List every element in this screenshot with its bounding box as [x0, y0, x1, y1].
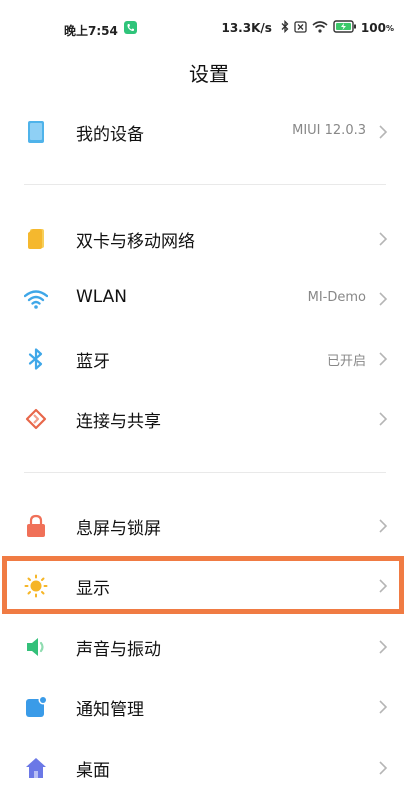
- chevron-right-icon: [378, 639, 388, 655]
- status-bar: 晚上7:54 13.3K/s 100%: [0, 0, 418, 56]
- settings-item-value: 已开启: [326, 354, 366, 369]
- settings-item-bluetooth[interactable]: 蓝牙 已开启: [0, 329, 418, 389]
- chevron-right-icon: [378, 411, 388, 427]
- chevron-right-icon: [378, 699, 388, 715]
- settings-item-home-screen[interactable]: 桌面: [0, 738, 418, 798]
- battery-level: 100: [360, 21, 386, 35]
- settings-item-label: 我的设备: [76, 125, 144, 145]
- no-sim-icon: [294, 20, 307, 36]
- chevron-right-icon: [378, 231, 388, 247]
- notification-icon: [24, 695, 48, 719]
- status-time: 晚上7:54: [64, 24, 118, 38]
- sim-card-icon: [24, 227, 48, 251]
- settings-item-label: 息屏与锁屏: [76, 519, 161, 539]
- section-divider: [24, 184, 386, 185]
- chevron-right-icon: [378, 124, 388, 140]
- chevron-right-icon: [378, 291, 388, 307]
- network-speed: 13.3K/s: [221, 21, 272, 35]
- share-icon: [24, 407, 48, 431]
- settings-item-label: 双卡与移动网络: [76, 232, 195, 252]
- lock-icon: [24, 514, 48, 538]
- settings-item-value: MI-Demo: [307, 290, 366, 305]
- settings-item-label: 通知管理: [76, 700, 144, 720]
- battery-icon: [333, 20, 357, 36]
- settings-item-my-device[interactable]: 我的设备 MIUI 12.0.3: [0, 102, 418, 162]
- section-divider: [24, 472, 386, 473]
- status-right: 13.3K/s 100%: [221, 19, 394, 36]
- settings-item-sim-network[interactable]: 双卡与移动网络: [0, 209, 418, 269]
- highlight-box: [2, 556, 404, 614]
- settings-item-value: MIUI 12.0.3: [292, 123, 366, 138]
- chevron-right-icon: [378, 351, 388, 367]
- device-icon: [24, 120, 48, 144]
- speaker-icon: [24, 635, 48, 659]
- chevron-right-icon: [378, 518, 388, 534]
- settings-item-label: 桌面: [76, 761, 110, 781]
- settings-item-sound-vibration[interactable]: 声音与振动: [0, 617, 418, 677]
- chevron-right-icon: [378, 760, 388, 776]
- settings-item-label: WLAN: [76, 287, 128, 307]
- battery-percent-sign: %: [385, 23, 394, 33]
- bluetooth-icon: [24, 347, 48, 371]
- home-icon: [24, 756, 48, 780]
- wifi-icon: [23, 287, 49, 311]
- settings-item-lock-screen[interactable]: 息屏与锁屏: [0, 496, 418, 556]
- settings-item-label: 声音与振动: [76, 640, 161, 660]
- bluetooth-status-icon: [281, 19, 289, 36]
- settings-item-notifications[interactable]: 通知管理: [0, 677, 418, 737]
- settings-item-connection-sharing[interactable]: 连接与共享: [0, 389, 418, 449]
- settings-item-wlan[interactable]: WLAN MI-Demo: [0, 269, 418, 329]
- wifi-status-icon: [312, 20, 328, 36]
- settings-item-label: 连接与共享: [76, 412, 161, 432]
- call-icon: [124, 21, 137, 34]
- page-title: 设置: [189, 62, 229, 86]
- settings-item-label: 蓝牙: [76, 352, 110, 372]
